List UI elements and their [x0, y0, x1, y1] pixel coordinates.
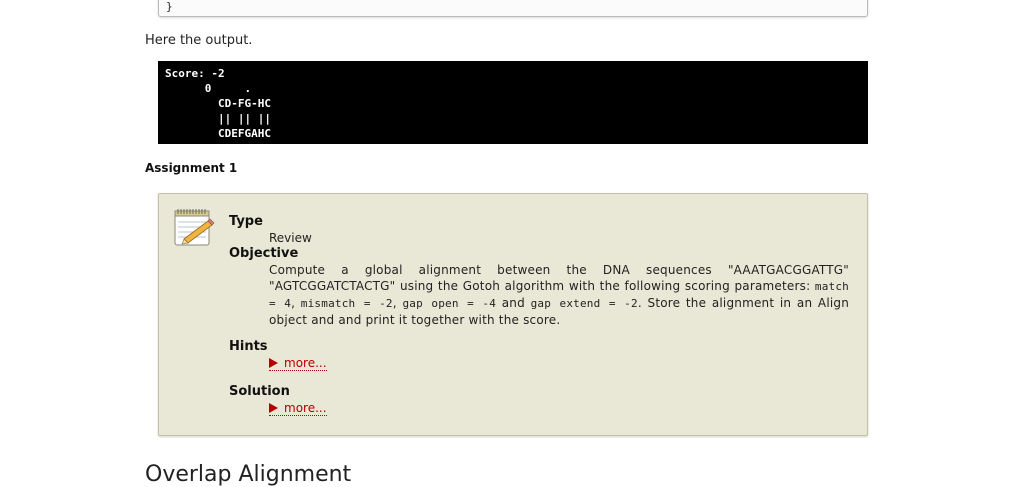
- assignment-heading: Assignment 1: [145, 161, 238, 175]
- type-label: Type: [229, 214, 263, 229]
- console-line: Score: -2: [165, 67, 225, 80]
- objective-text-part: Compute a global alignment between the D…: [269, 263, 849, 293]
- hints-label: Hints: [229, 339, 268, 354]
- objective-text: Compute a global alignment between the D…: [269, 263, 850, 327]
- and-text: and: [496, 296, 531, 310]
- console-output: Score: -2 0 . CD-FG-HC || || || CDEFGAHC: [158, 61, 868, 144]
- assignment-panel: Type Review Objective Compute a global a…: [158, 193, 868, 436]
- solution-more-link[interactable]: more...: [269, 401, 327, 416]
- closing-brace: }: [166, 0, 173, 13]
- solution-more-text: more...: [284, 401, 327, 415]
- intro-paragraph: Here the output.: [145, 33, 253, 48]
- param-mismatch: mismatch = -2: [300, 297, 393, 310]
- solution-label: Solution: [229, 384, 290, 399]
- console-line: || || ||: [165, 112, 271, 125]
- param-gap-extend: gap extend = -2: [530, 297, 638, 310]
- param-gap-open: gap open = -4: [402, 297, 497, 310]
- expand-triangle-icon: [269, 403, 278, 413]
- code-block-end: }: [158, 0, 868, 17]
- expand-triangle-icon: [269, 358, 278, 368]
- notepad-pencil-icon: [174, 209, 215, 246]
- section-heading-overlap-alignment: Overlap Alignment: [145, 462, 352, 487]
- console-line: CDEFGAHC: [165, 127, 271, 140]
- objective-label: Objective: [229, 246, 299, 261]
- console-line: 0 .: [165, 82, 252, 95]
- type-value: Review: [269, 231, 312, 245]
- console-line: CD-FG-HC: [165, 97, 271, 110]
- hints-more-text: more...: [284, 356, 327, 370]
- hints-more-link[interactable]: more...: [269, 356, 327, 371]
